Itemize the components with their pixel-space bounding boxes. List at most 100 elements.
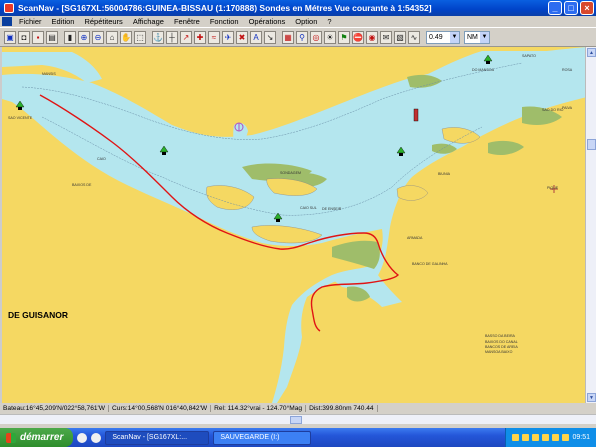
task-scannav[interactable]: ScanNav - [SG167XL:... (105, 430, 210, 445)
scroll-up-icon[interactable]: ▲ (587, 48, 596, 57)
route-icon[interactable]: ↗ (180, 30, 192, 44)
scroll-down-icon[interactable]: ▼ (587, 393, 596, 402)
lock-icon[interactable]: ◘ (18, 30, 30, 44)
menu-bar: Fichier Edition Répétiteurs Affichage Fe… (0, 16, 596, 27)
radar-icon[interactable]: ◎ (310, 30, 322, 44)
app-icon (4, 3, 14, 13)
document-icon[interactable] (2, 17, 12, 26)
map-label: SAO VICENTE (8, 116, 33, 120)
task-sauvegarde[interactable]: SAUVEGARDE (I:) (213, 430, 312, 445)
quicklaunch-icon[interactable] (91, 432, 102, 443)
lighthouse-icon[interactable] (413, 108, 419, 122)
tide-icon[interactable]: ∿ (408, 30, 420, 44)
map-label: SAO DO RIO (542, 108, 564, 112)
start-button[interactable]: démarrer (0, 428, 74, 447)
stop-icon[interactable]: ⛔ (352, 30, 364, 44)
horizontal-scrollbar[interactable] (0, 414, 596, 424)
mark-icon[interactable]: ✖ (236, 30, 248, 44)
scale-select[interactable]: 0.49 ▼ (426, 30, 460, 44)
title-bar[interactable]: ScanNav - [SG167XL:56004786:GUINEA-BISSA… (0, 0, 596, 16)
chart-view[interactable]: DE GUISANOR BAIXOS DO CANAL BANCOS DE AR… (0, 47, 585, 403)
unit-value: NM (467, 33, 478, 41)
cursor-position: Curs:14°00,568'N 016°40,842'W (109, 405, 212, 412)
window-title: ScanNav - [SG167XL:56004786:GUINEA-BISSA… (18, 3, 432, 13)
save-icon[interactable]: ▪ (32, 30, 44, 44)
anchor-icon[interactable]: ⚓ (152, 30, 164, 44)
map-label: BIUNIA (438, 172, 451, 176)
nautical-chart: DE GUISANOR BAIXOS DO CANAL BANCOS DE AR… (2, 47, 585, 403)
close-button[interactable]: × (580, 1, 594, 15)
map-label: ROSA (562, 68, 573, 72)
light-icon[interactable]: ☀ (324, 30, 336, 44)
map-label: BASSO DA BEIRA (485, 334, 516, 338)
menu-operations[interactable]: Opérations (244, 17, 291, 26)
system-tray: 09:51 (505, 428, 596, 447)
chevron-down-icon: ▼ (450, 31, 459, 43)
start-label: démarrer (20, 432, 64, 443)
clock: 09:51 (572, 434, 590, 441)
zoom-out-icon[interactable]: ⊖ (92, 30, 104, 44)
chart-icon[interactable]: ▧ (394, 30, 406, 44)
menu-repetiteurs[interactable]: Répétiteurs (79, 17, 127, 26)
map-label: CAIO (97, 157, 106, 161)
home-icon[interactable]: ⌂ (106, 30, 118, 44)
map-label: CAIO SUL (300, 206, 317, 210)
menu-option[interactable]: Option (290, 17, 322, 26)
select-icon[interactable]: ⬚ (134, 30, 146, 44)
distance-readout: Dist:399.80nm 740.44 (306, 405, 378, 412)
scroll-thumb[interactable] (290, 416, 302, 424)
menu-fonction[interactable]: Fonction (205, 17, 244, 26)
map-label: PAIVA (562, 106, 573, 110)
menu-affichage[interactable]: Affichage (128, 17, 169, 26)
place-label: DE GUISANOR (8, 310, 68, 320)
map-note: BANCOS DE AREIA (485, 345, 518, 349)
map-label: BANCO DE GALINHA (412, 262, 448, 266)
flag-icon[interactable]: ⚑ (338, 30, 350, 44)
pin-icon[interactable]: ⚲ (296, 30, 308, 44)
tray-icon[interactable] (532, 434, 540, 441)
minimize-button[interactable]: _ (548, 1, 562, 15)
text-icon[interactable]: A (250, 30, 262, 44)
track-icon[interactable]: ≈ (208, 30, 220, 44)
tray-icon[interactable] (542, 434, 550, 441)
maximize-button[interactable]: □ (564, 1, 578, 15)
unit-select[interactable]: NM ▼ (464, 30, 490, 44)
map-label: BAIXOS DE (72, 183, 92, 187)
grid-icon[interactable]: ▦ (282, 30, 294, 44)
boat-position: Bateau:16°45,209'N/022°58,761'W (0, 405, 110, 412)
bearing-readout: Rel: 114.32°vrai - 124.70°Mag (211, 405, 307, 412)
map-label: ARMADA (407, 236, 423, 240)
quicklaunch-icon[interactable] (77, 432, 88, 443)
tray-icon[interactable] (562, 434, 570, 441)
window-controls: _ □ × (548, 1, 594, 15)
menu-edition[interactable]: Edition (47, 17, 80, 26)
scannav-window: ScanNav - [SG167XL:56004786:GUINEA-BISSA… (0, 0, 596, 428)
lifebuoy-icon[interactable]: ◉ (366, 30, 378, 44)
map-note: BAIXOS DO CANAL (485, 340, 518, 344)
map-label: SONDAGEM (280, 171, 301, 175)
print-icon[interactable]: ▤ (46, 30, 58, 44)
status-bar: Bateau:16°45,209'N/022°58,761'W Curs:14°… (0, 403, 596, 414)
menu-help[interactable]: ? (322, 17, 336, 26)
bookmark-icon[interactable]: ▮ (64, 30, 76, 44)
mail-icon[interactable]: ✉ (380, 30, 392, 44)
map-label: MANSOA BAIXO (485, 350, 513, 354)
taskbar: démarrer ScanNav - [SG167XL:... SAUVEGAR… (0, 428, 596, 447)
vertical-scrollbar[interactable]: ▲ ▼ (585, 47, 596, 403)
ruler-icon[interactable]: ┼ (166, 30, 178, 44)
tray-icon[interactable] (512, 434, 520, 441)
windows-logo-icon (6, 432, 16, 443)
menu-fichier[interactable]: Fichier (14, 17, 47, 26)
open-icon[interactable]: ▣ (4, 30, 16, 44)
wind-icon[interactable]: ✈ (222, 30, 234, 44)
tray-icon[interactable] (522, 434, 530, 441)
bearing-icon[interactable]: ↘ (264, 30, 276, 44)
map-label: DO MANSOA (472, 68, 495, 72)
tray-icon[interactable] (552, 434, 560, 441)
zoom-in-icon[interactable]: ⊕ (78, 30, 90, 44)
menu-fenetre[interactable]: Fenêtre (169, 17, 205, 26)
scroll-thumb[interactable] (587, 139, 596, 150)
toolbar: ▣ ◘ ▪ ▤ ▮ ⊕ ⊖ ⌂ ✋ ⬚ ⚓ ┼ ↗ ✚ ≈ ✈ ✖ A ↘ ▦ … (0, 27, 596, 47)
hand-icon[interactable]: ✋ (120, 30, 132, 44)
waypoint-icon[interactable]: ✚ (194, 30, 206, 44)
